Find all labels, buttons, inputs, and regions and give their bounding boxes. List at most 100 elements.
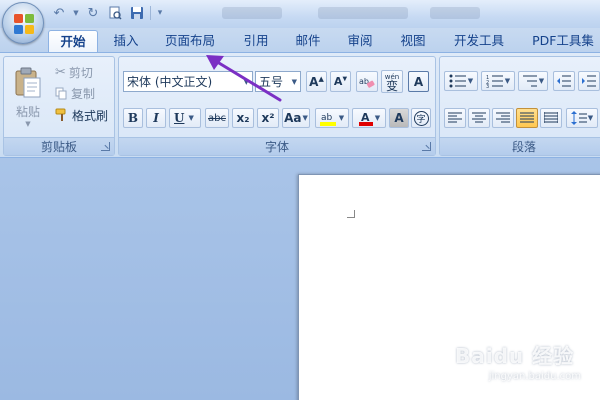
dropdown-icon[interactable]: ▼ [72,4,80,22]
redo-icon[interactable]: ↻ [84,4,102,22]
grow-font-icon: A▲ [309,74,324,89]
multilevel-list-dropdown-icon: ▼ [538,77,545,85]
svg-text:3: 3 [486,84,489,88]
numbering-icon: 123 [486,75,503,88]
blurred-title [318,7,408,19]
enclose-characters-button[interactable]: 字 [411,108,431,128]
character-shading-button[interactable]: A [389,108,409,128]
numbering-button[interactable]: 123 ▼ [481,71,515,91]
title-bar: ↶ ▼ ↻ ▾ [0,0,600,28]
paragraph-group-label: 段落 [440,137,600,155]
font-color-dropdown-icon: ▼ [374,114,381,122]
distributed-button[interactable] [540,108,562,128]
subscript-button[interactable]: x₂ [232,108,254,128]
office-button[interactable] [2,2,44,44]
align-right-button[interactable] [492,108,514,128]
line-spacing-icon [570,111,587,125]
format-painter-button[interactable]: 格式刷 [54,105,116,125]
strikethrough-icon: abc [208,112,226,124]
baidu-watermark: Baidu 经验 jingyan.baidu.com [455,340,595,396]
font-size-value: 五号 [259,75,284,89]
character-border-icon: A [413,74,424,89]
superscript-icon: x² [261,111,275,125]
font-color-icon: A [358,111,373,126]
tab-insert[interactable]: 插入 [104,30,148,52]
font-name-select[interactable]: 宋体 (中文正文) ▼ [123,71,253,92]
tab-page-layout[interactable]: 页面布局 [158,30,222,52]
bullets-button[interactable]: ▼ [444,71,478,91]
tab-view[interactable]: 视图 [393,30,433,52]
change-case-dropdown-icon: ▼ [302,114,308,122]
copy-icon [55,87,67,99]
superscript-button[interactable]: x² [257,108,279,128]
clear-format-icon: ab [359,77,375,88]
tab-pdf-tools[interactable]: PDF工具集 [526,30,600,52]
highlight-dropdown-icon: ▼ [338,114,345,122]
underline-button[interactable]: U ▼ [169,108,201,128]
tab-developer[interactable]: 开发工具 [446,30,512,52]
line-spacing-dropdown-icon: ▼ [587,114,594,122]
save-icon[interactable] [128,4,146,22]
tab-review[interactable]: 审阅 [340,30,380,52]
highlight-button[interactable]: ab ▼ [315,108,349,128]
multilevel-list-icon [522,75,537,87]
increase-indent-icon [582,75,596,87]
tab-references[interactable]: 引用 [236,30,276,52]
tab-mailings[interactable]: 邮件 [288,30,328,52]
grow-font-button[interactable]: A▲ [306,71,327,92]
ribbon: 粘贴 ▼ ✂ 剪切 复制 格式刷 剪贴板 宋体 (中文正文) ▼ 五号 ▼ A▲… [0,52,600,158]
customize-qat-icon[interactable]: ▾ [155,4,165,22]
bold-button[interactable]: B [123,108,143,128]
underline-dropdown-icon: ▼ [188,114,194,122]
bold-icon: B [127,111,139,125]
paste-label: 粘贴 [15,104,40,119]
font-color-button[interactable]: A ▼ [352,108,386,128]
cut-label: 剪切 [68,65,93,80]
cut-button[interactable]: ✂ 剪切 [54,62,114,82]
clear-format-button[interactable]: ab [356,71,378,92]
align-center-button[interactable] [468,108,490,128]
italic-button[interactable]: I [146,108,166,128]
font-group-label: 字体 [119,137,435,155]
align-center-icon [472,112,486,123]
paste-icon [15,67,41,97]
justify-icon [520,112,534,123]
watermark-url: jingyan.baidu.com [488,371,581,382]
change-case-button[interactable]: Aa ▼ [282,108,310,128]
copy-label: 复制 [71,86,96,101]
copy-button[interactable]: 复制 [54,83,114,103]
font-size-select[interactable]: 五号 ▼ [255,71,301,92]
justify-button[interactable] [516,108,538,128]
line-spacing-button[interactable]: ▼ [566,108,598,128]
undo-icon[interactable]: ↶ [50,4,68,22]
print-preview-icon[interactable] [106,4,124,22]
increase-indent-button[interactable] [578,71,600,91]
blurred-title [430,7,480,19]
character-shading-icon: A [394,111,404,125]
align-left-icon [448,112,462,123]
decrease-indent-button[interactable] [553,71,575,91]
font-name-value: 宋体 (中文正文) [127,75,213,89]
font-launcher-icon[interactable] [422,142,431,151]
tab-home[interactable]: 开始 [48,30,98,52]
margin-corner-mark [347,210,355,218]
strikethrough-button[interactable]: abc [205,108,229,128]
qat-separator [150,6,151,20]
enclose-characters-icon: 字 [413,110,429,126]
multilevel-list-button[interactable]: ▼ [518,71,548,91]
paragraph-group: ▼ 123 ▼ ▼ ▼ 段落 [439,56,600,156]
watermark-brand: Baidu 经验 [455,344,575,368]
align-left-button[interactable] [444,108,466,128]
bullets-icon [449,74,466,88]
align-right-icon [496,112,510,123]
clipboard-launcher-icon[interactable] [101,142,110,151]
format-painter-label: 格式刷 [72,108,109,123]
phonetic-guide-button[interactable]: wén 变 [381,70,403,93]
subscript-icon: x₂ [236,111,250,125]
distributed-icon [544,112,558,123]
format-painter-icon [55,108,66,121]
character-border-button[interactable]: A [408,71,429,92]
font-group: 宋体 (中文正文) ▼ 五号 ▼ A▲ A▼ ab wén 变 A B I U … [118,56,436,156]
shrink-font-button[interactable]: A▼ [330,71,351,92]
paste-button[interactable]: 粘贴 ▼ [8,61,48,133]
